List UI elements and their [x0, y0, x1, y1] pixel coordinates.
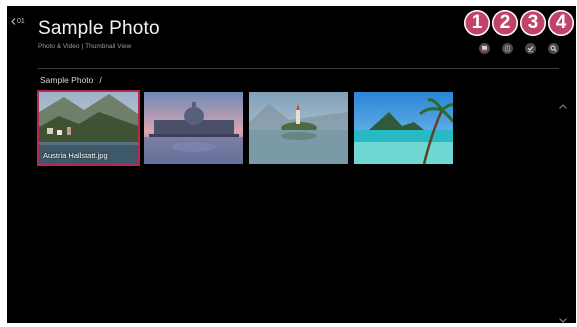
photo-browser-screen: 01 Sample Photo Photo & Video | Thumbnail … — [7, 6, 576, 323]
callout-markers: 1 2 3 4 — [464, 10, 576, 38]
back-button[interactable]: 01 — [11, 18, 25, 25]
photo-image — [144, 92, 243, 164]
page-title: Sample Photo — [38, 18, 160, 39]
chevron-down-icon — [559, 318, 567, 323]
search-icon — [550, 45, 557, 52]
breadcrumb: Sample Photo / — [40, 75, 102, 85]
photo-thumbnail-berlin[interactable] — [144, 92, 243, 164]
photo-thumbnail-lake-island[interactable] — [249, 92, 348, 164]
back-label: 01 — [17, 18, 25, 25]
chevron-up-icon — [559, 104, 567, 109]
chevron-left-icon — [11, 18, 16, 25]
callout-marker-2: 2 — [492, 10, 518, 36]
photo-thumbnail-hallstatt[interactable]: Austria Hallstatt.jpg — [37, 90, 140, 166]
slideshow-button[interactable] — [479, 43, 490, 54]
subtitle-view-mode: Thumbnail View — [85, 43, 132, 50]
breadcrumb-folder: Sample Photo — [40, 75, 94, 85]
photo-image — [249, 92, 348, 164]
callout-marker-4: 4 — [548, 10, 574, 36]
search-button[interactable] — [548, 43, 559, 54]
toolbar — [479, 43, 559, 54]
scroll-up-button[interactable] — [559, 96, 567, 114]
photo-thumbnail-tropical-beach[interactable] — [354, 92, 453, 164]
header-divider — [38, 68, 559, 69]
select-button[interactable] — [525, 43, 536, 54]
breadcrumb-separator: / — [99, 75, 102, 85]
scroll-down-button[interactable] — [559, 310, 567, 323]
photo-image — [354, 92, 453, 164]
view-type-button[interactable] — [502, 43, 513, 54]
select-checkmark-icon — [527, 46, 534, 52]
page-subtitle: Photo & Video | Thumbnail View — [38, 43, 131, 50]
photo-filename: Austria Hallstatt.jpg — [43, 151, 108, 160]
view-type-icon — [505, 45, 510, 52]
callout-marker-1: 1 — [464, 10, 490, 36]
subtitle-category: Photo & Video — [38, 43, 80, 50]
play-slideshow-icon — [482, 45, 487, 52]
subtitle-separator: | — [81, 43, 84, 50]
callout-marker-3: 3 — [520, 10, 546, 36]
